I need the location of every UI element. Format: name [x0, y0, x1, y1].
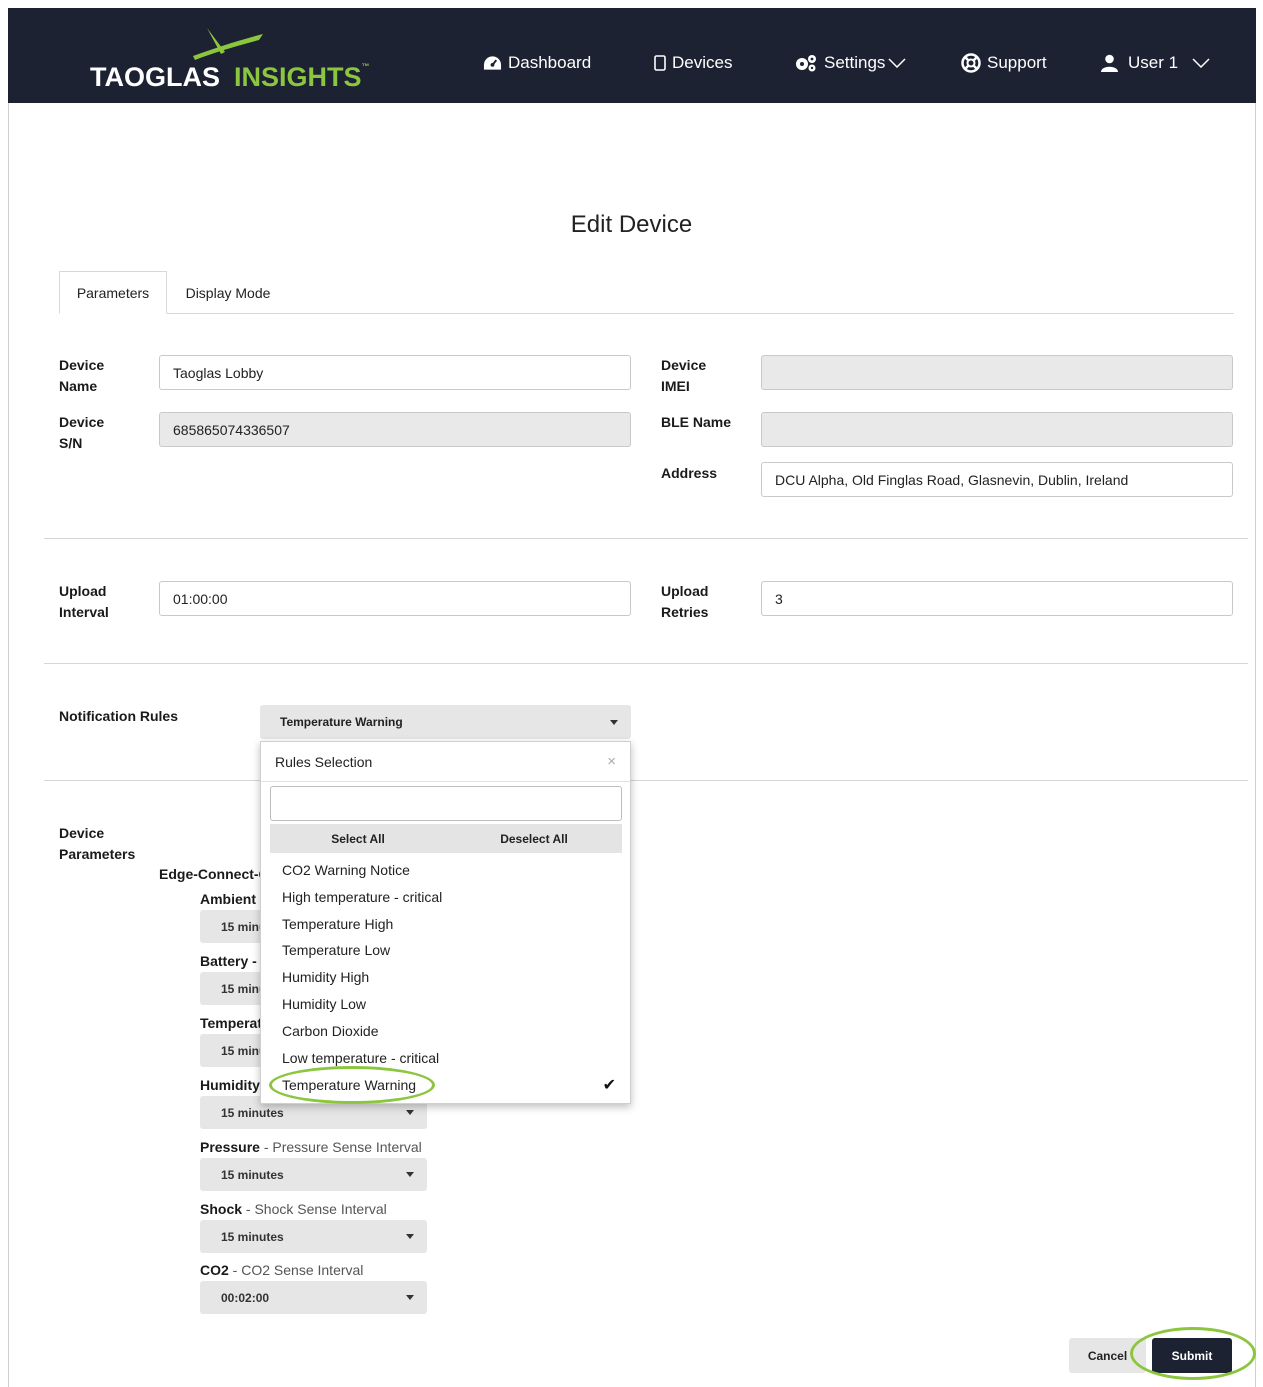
rule-option[interactable]: Humidity Low: [282, 996, 366, 1012]
nav-settings[interactable]: Settings: [794, 52, 912, 74]
param-battery-label: Battery - L: [200, 953, 270, 969]
param-co2-select[interactable]: 00:02:00: [200, 1281, 427, 1314]
ble-name-label: BLE Name: [661, 414, 732, 430]
upload-interval-label: Upload Interval: [59, 583, 109, 620]
device-imei-input[interactable]: [761, 355, 1233, 390]
param-co2-label: CO2 - CO2 Sense Interval: [200, 1262, 364, 1278]
caret-down-icon: [406, 1172, 414, 1177]
device-sn-input[interactable]: 685865074336507: [159, 412, 631, 447]
param-pressure-select[interactable]: 15 minutes: [200, 1158, 427, 1191]
caret-down-icon: [406, 1234, 414, 1239]
lifebuoy-icon: [961, 53, 981, 73]
param-pressure-label: Pressure - Pressure Sense Interval: [200, 1139, 422, 1155]
page-title: Edit Device: [570, 211, 693, 238]
ble-name-input[interactable]: [761, 412, 1233, 447]
param-ambient-label: Ambient L: [200, 891, 269, 907]
logo-swoosh-icon: [193, 28, 263, 60]
taoglas-insights-logo[interactable]: TAOGLAS INSIGHTS™: [90, 26, 390, 96]
param-humidity-label: Humidity: [200, 1077, 260, 1093]
caret-down-icon: [610, 720, 618, 725]
nav-support[interactable]: Support: [961, 52, 1047, 74]
logo-wordmark: TAOGLAS INSIGHTS™: [90, 62, 370, 92]
address-input[interactable]: DCU Alpha, Old Finglas Road, Glasnevin, …: [761, 462, 1233, 497]
tab-display-mode[interactable]: Display Mode: [168, 271, 288, 314]
rule-option[interactable]: Temperature Low: [282, 942, 390, 958]
rules-selection-header: Rules Selection ×: [261, 742, 630, 782]
rule-option[interactable]: Carbon Dioxide: [282, 1023, 379, 1039]
device-parameters-label: Device Parameters: [59, 825, 136, 862]
upload-retries-label: Upload Retries: [661, 583, 709, 620]
chevron-down-icon: [1192, 58, 1210, 68]
caret-down-icon: [406, 1295, 414, 1300]
caret-down-icon: [406, 1110, 414, 1115]
param-shock-label: Shock - Shock Sense Interval: [200, 1201, 387, 1217]
device-group-name: Edge-Connect-C: [159, 866, 269, 882]
notification-rules-select[interactable]: Temperature Warning: [260, 705, 631, 739]
gears-icon: [796, 55, 816, 72]
top-navigation-bar: TAOGLAS INSIGHTS™ Dashboard Devices Setti…: [8, 8, 1256, 103]
rule-option-selected[interactable]: Temperature Warning: [282, 1077, 416, 1093]
user-icon: [1101, 54, 1118, 72]
cancel-button[interactable]: Cancel: [1069, 1338, 1146, 1373]
rules-selection-title: Rules Selection: [275, 753, 373, 770]
rule-option[interactable]: High temperature - critical: [282, 889, 442, 905]
upload-interval-input[interactable]: 01:00:00: [159, 581, 631, 616]
rules-selection-dropdown: Rules Selection × Select All Deselect Al…: [260, 741, 631, 1104]
rules-bulk-actions: Select All Deselect All: [270, 824, 622, 853]
notification-rules-selected-value: Temperature Warning: [280, 715, 403, 729]
section-divider: [44, 663, 1248, 664]
device-sn-label: Device S/N: [59, 414, 105, 451]
dashboard-gauge-icon: [483, 56, 502, 70]
nav-devices[interactable]: Devices: [654, 52, 732, 74]
section-divider: [44, 780, 1248, 781]
rule-option[interactable]: CO2 Warning Notice: [282, 862, 410, 878]
tab-parameters[interactable]: Parameters: [59, 271, 167, 314]
device-name-input[interactable]: Taoglas Lobby: [159, 355, 631, 390]
rule-option[interactable]: Temperature High: [282, 916, 393, 932]
checkmark-icon: ✔: [602, 1077, 616, 1094]
chevron-down-icon: [888, 58, 906, 68]
rule-option[interactable]: Humidity High: [282, 969, 369, 985]
nav-dashboard[interactable]: Dashboard: [483, 52, 591, 74]
address-label: Address: [661, 465, 718, 481]
device-imei-label: Device IMEI: [661, 357, 707, 394]
section-divider: [44, 538, 1248, 539]
notification-rules-label: Notification Rules: [59, 708, 179, 724]
param-temperature-label: Temperat: [200, 1015, 262, 1031]
nav-user-menu[interactable]: User 1: [1101, 52, 1216, 74]
close-icon[interactable]: ×: [607, 753, 616, 770]
device-name-label: Device Name: [59, 357, 105, 394]
tablet-device-icon: [654, 55, 666, 71]
rules-search-input[interactable]: [270, 786, 622, 821]
upload-retries-input[interactable]: 3: [761, 581, 1233, 616]
select-all-button[interactable]: Select All: [270, 824, 446, 853]
submit-button[interactable]: Submit: [1152, 1338, 1232, 1373]
deselect-all-button[interactable]: Deselect All: [446, 824, 622, 853]
rule-option[interactable]: Low temperature - critical: [282, 1050, 439, 1066]
param-shock-select[interactable]: 15 minutes: [200, 1220, 427, 1253]
